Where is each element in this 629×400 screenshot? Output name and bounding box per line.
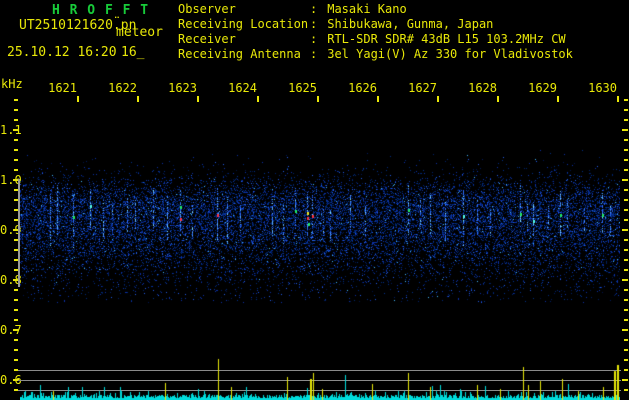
time-tick [497,96,499,102]
freq-tick-right [624,259,628,261]
freq-tick-right [624,169,628,171]
time-tick [257,96,259,102]
time-tick [317,96,319,102]
freq-tick-left [14,359,18,361]
info-colon: : [310,32,318,46]
time-label: 1627 [408,81,437,95]
freq-tick-right [624,219,628,221]
freq-tick-right [624,209,628,211]
freq-tick-right [624,349,628,351]
freq-tick-left [13,329,19,331]
freq-tick-right [624,319,628,321]
freq-tick-left [14,319,18,321]
app-title: H R O F F T [52,3,150,18]
hrofft-screen: H R O F F T UT2510121620.pn ¨ meteor 25.… [0,0,629,400]
info-row: Receiving Location: Shibukawa, Gunma, Ja… [178,17,493,31]
freq-tick-right [624,199,628,201]
info-value: Shibukawa, Gunma, Japan [320,17,494,31]
freq-tick-left [14,289,18,291]
time-tick [437,96,439,102]
freq-tick-right [624,339,628,341]
freq-tick-right [624,269,628,271]
info-row: Observer: Masaki Kano [178,2,407,16]
time-label: 1626 [348,81,377,95]
freq-tick-right [624,109,628,111]
station-name: meteor [116,25,163,40]
datetime-display: 25.10.12 16:20 [7,45,117,60]
time-label: 1621 [48,81,77,95]
time-tick [377,96,379,102]
freq-tick-right [624,299,628,301]
freq-tick-right [624,239,628,241]
freq-tick-right [622,279,628,281]
time-tick [557,96,559,102]
info-label: Receiver [178,32,236,46]
freq-tick-right [624,159,628,161]
seconds-counter: 16_ [121,45,145,60]
freq-tick-left [14,169,18,171]
freq-tick-left [14,99,18,101]
time-tick [137,96,139,102]
info-value: RTL-SDR SDR# 43dB L15 103.2MHz CW [320,32,566,46]
freq-tick-left [14,109,18,111]
freq-tick-right [624,189,628,191]
freq-tick-left [14,139,18,141]
freq-tick-right [622,379,628,381]
info-row: Receiving Antenna: 3el Yagi(V) Az 330 fo… [178,47,573,61]
info-value: 3el Yagi(V) Az 330 for Vladivostok [320,47,573,61]
time-tick [617,96,619,102]
time-label: 1628 [468,81,497,95]
freq-tick-right [624,119,628,121]
time-label: 1622 [108,81,137,95]
freq-tick-left [14,349,18,351]
freq-tick-right [622,179,628,181]
info-row: Receiver: RTL-SDR SDR# 43dB L15 103.2MHz… [178,32,566,46]
freq-tick-right [624,139,628,141]
freq-tick-right [624,149,628,151]
time-label: 1625 [288,81,317,95]
freq-tick-right [624,389,628,391]
freq-tick-right [624,359,628,361]
freq-tick-right [624,249,628,251]
info-label: Receiving Location [178,17,309,31]
freq-tick-left [14,149,18,151]
freq-label: 1.1 [0,123,22,137]
freq-tick-left [14,119,18,121]
freq-tick-right [624,99,628,101]
freq-tick-left [14,309,18,311]
freq-tick-left [14,159,18,161]
time-tick [77,96,79,102]
freq-tick-right [622,329,628,331]
freq-tick-right [624,289,628,291]
freq-tick-right [622,229,628,231]
time-label: 1623 [168,81,197,95]
time-label: 1624 [228,81,257,95]
info-colon: : [310,2,318,16]
freq-axis-unit: kHz [1,77,23,91]
freq-tick-right [624,369,628,371]
info-value: Masaki Kano [320,2,407,16]
time-label: 1630 [588,81,617,95]
freq-tick-right [624,309,628,311]
freq-tick-left [14,339,18,341]
freq-tick-left [13,129,19,131]
time-tick [197,96,199,102]
time-label: 1629 [528,81,557,95]
info-colon: : [310,47,318,61]
freq-tick-right [622,129,628,131]
freq-tick-left [14,299,18,301]
info-label: Receiving Antenna [178,47,301,61]
info-label: Observer [178,2,236,16]
info-colon: : [310,17,318,31]
spectrogram-canvas [20,138,620,400]
